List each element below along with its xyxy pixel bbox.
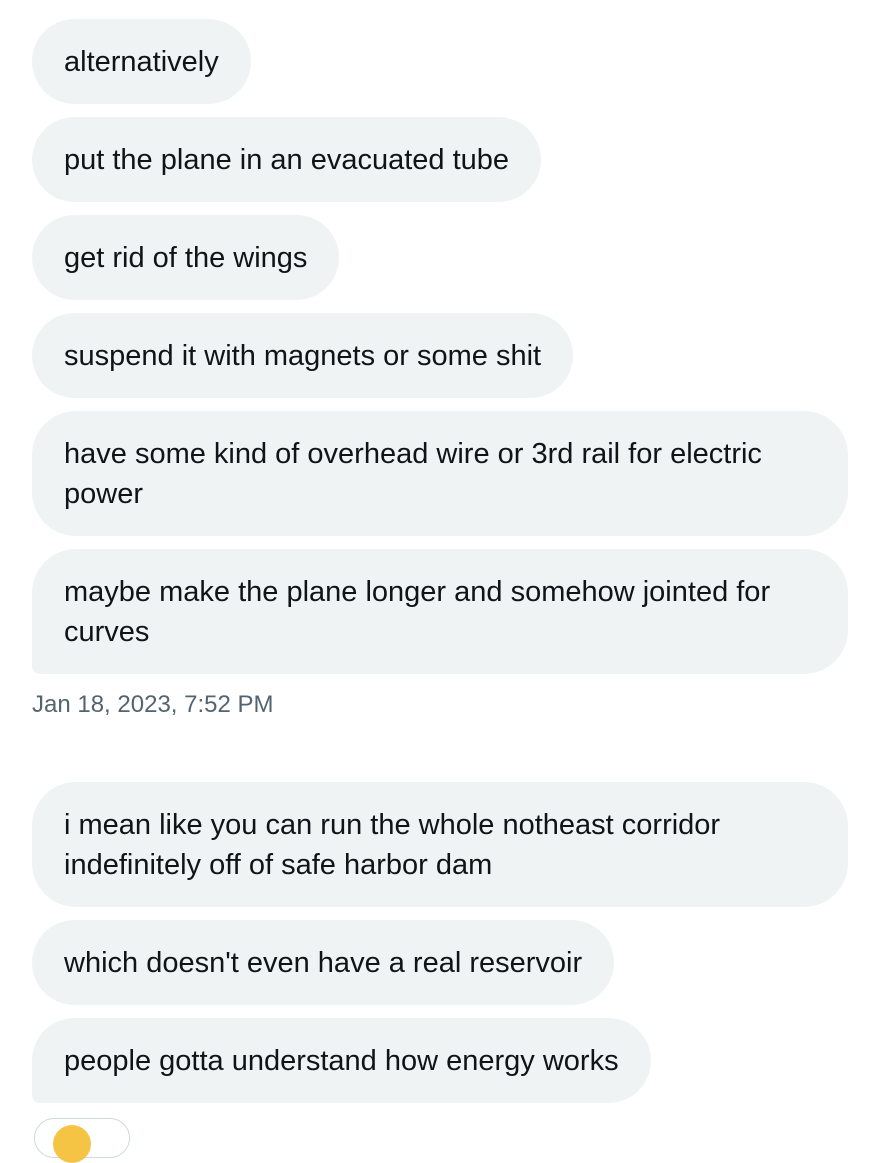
message-bubble[interactable]: suspend it with magnets or some shit	[32, 313, 574, 398]
message-bubble[interactable]: alternatively	[32, 19, 251, 104]
message-bubble[interactable]: have some kind of overhead wire or 3rd r…	[32, 411, 848, 536]
reaction-button[interactable]	[34, 1118, 130, 1163]
message-timestamp: Jan 18, 2023, 7:52 PM	[32, 691, 274, 718]
message-bubble[interactable]: people gotta understand how energy works	[32, 1018, 651, 1103]
message-thread: alternatively put the plane in an evacua…	[32, 19, 848, 1116]
message-bubble[interactable]: i mean like you can run the whole nothea…	[32, 782, 848, 907]
message-bubble[interactable]: put the plane in an evacuated tube	[32, 117, 542, 202]
message-bubble[interactable]: maybe make the plane longer and somehow …	[32, 549, 848, 674]
message-bubble[interactable]: which doesn't even have a real reservoir	[32, 920, 615, 1005]
emoji-reaction-icon	[53, 1125, 91, 1163]
message-bubble[interactable]: get rid of the wings	[32, 215, 340, 300]
